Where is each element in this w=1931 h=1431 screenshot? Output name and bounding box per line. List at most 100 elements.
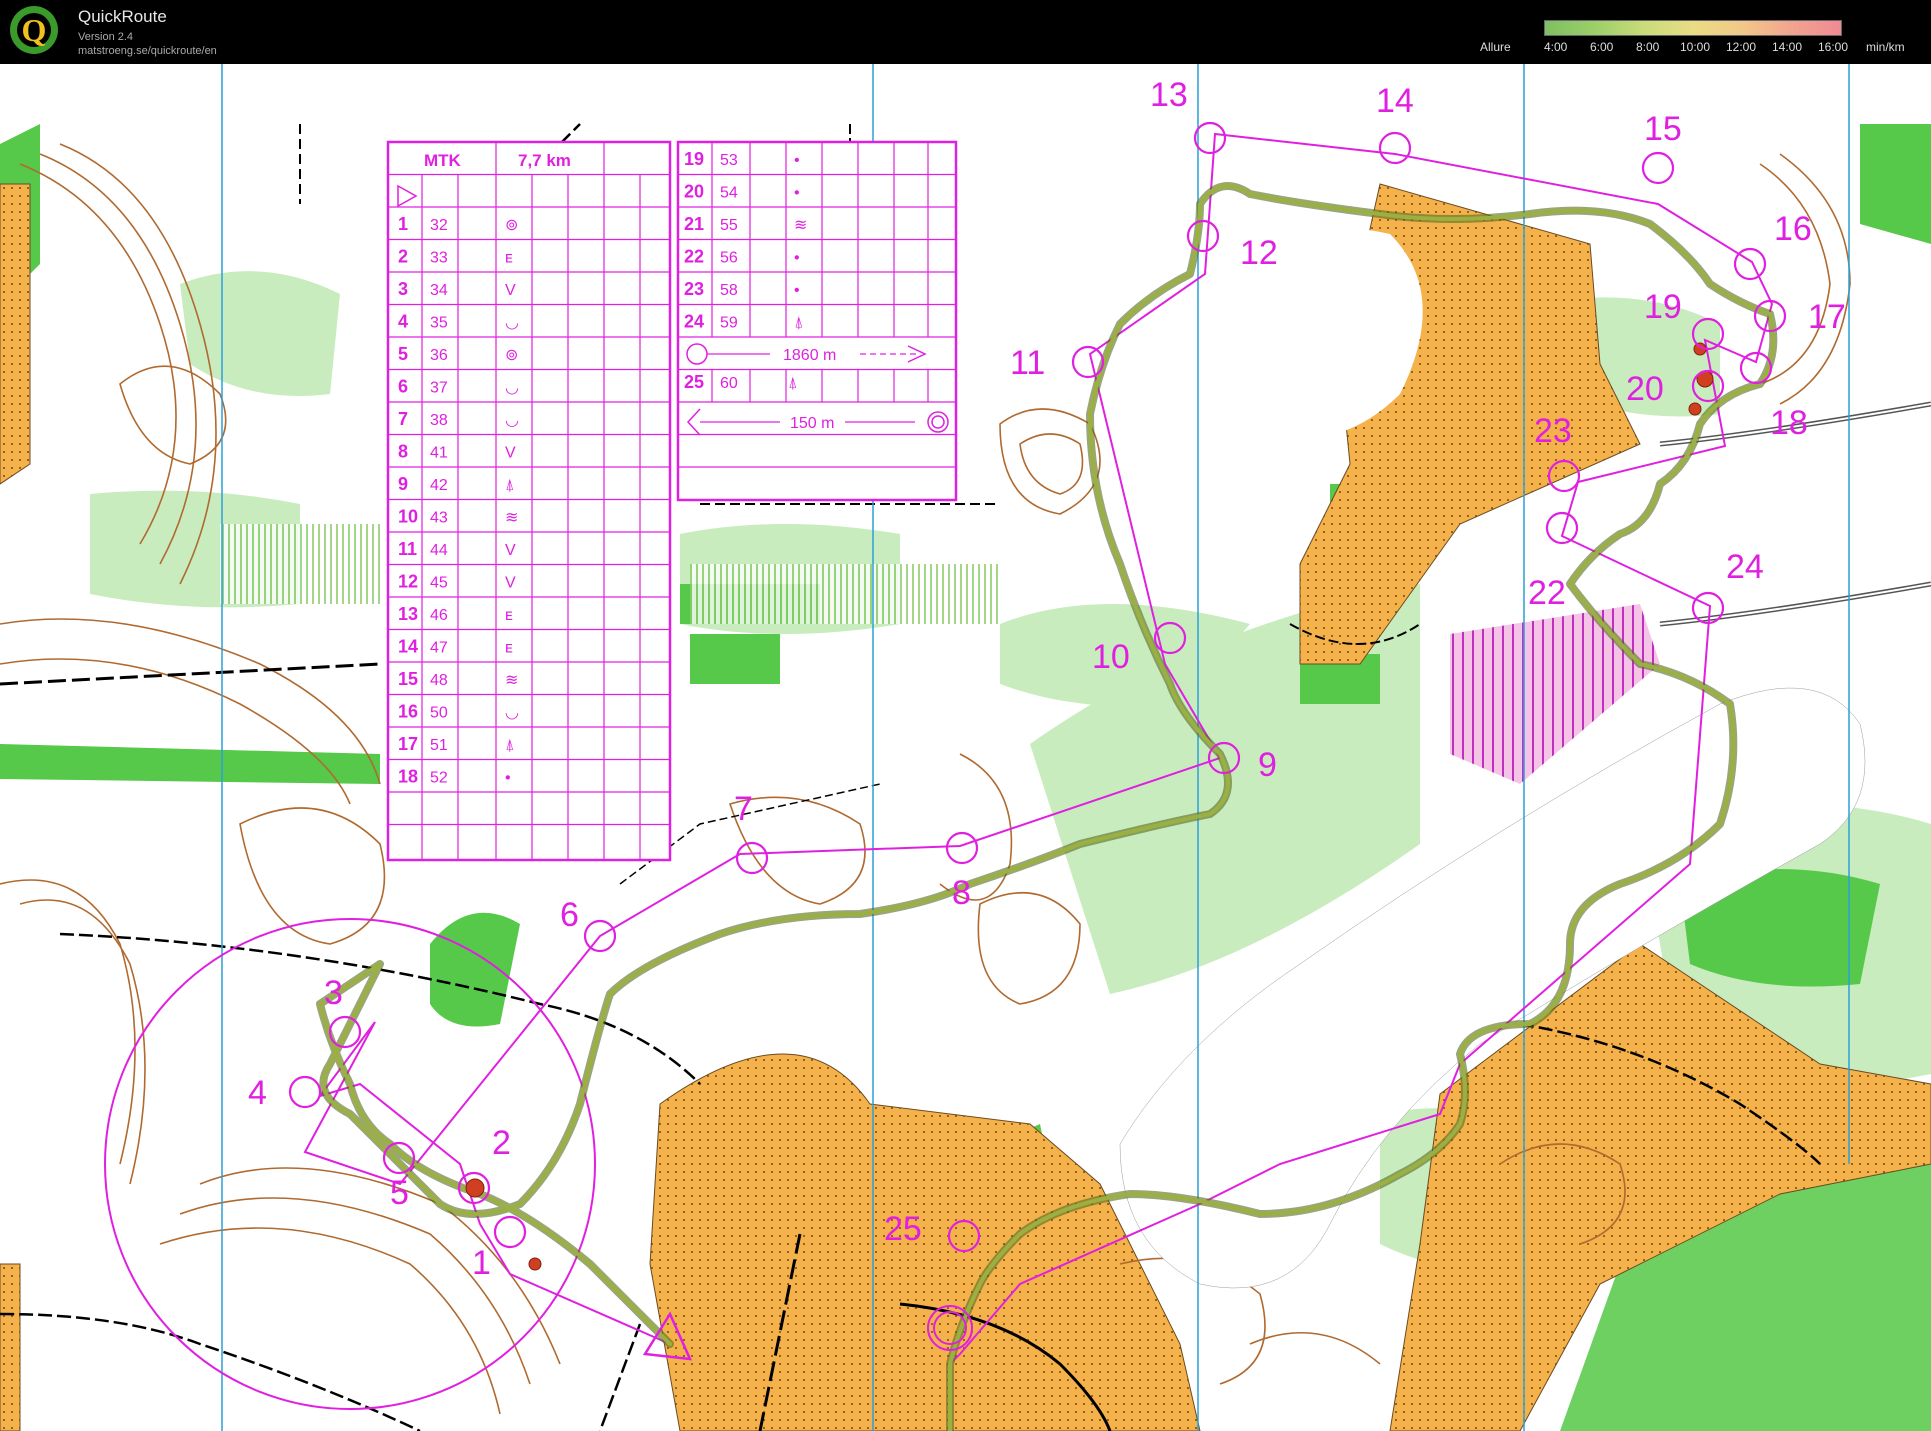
card-row-num: 24: [684, 312, 704, 332]
legend-unit: min/km: [1866, 40, 1905, 54]
control-label-12: 12: [1240, 234, 1278, 272]
control-label-18: 18: [1770, 404, 1808, 442]
card-row-num: 23: [684, 279, 704, 299]
card-row-code: 47: [430, 640, 448, 657]
card-distance: 7,7 km: [518, 151, 571, 170]
card-row-num: 21: [684, 214, 704, 234]
card-row-code: 54: [720, 185, 738, 202]
card-row-code: 51: [430, 737, 448, 754]
card-row-num: 22: [684, 247, 704, 267]
legend-label: Allure: [1480, 40, 1511, 54]
card-row-num: 12: [398, 572, 418, 592]
card-row-symbol: ◡: [505, 315, 519, 332]
card-row-symbol: •: [794, 185, 800, 202]
card-row-symbol: V: [505, 282, 516, 299]
pace-legend: Allure 4:00 6:00 8:00 10:00 12:00 14:00 …: [1480, 18, 1920, 58]
card-row-symbol: ≋: [505, 672, 518, 689]
card-row-num: 16: [398, 702, 418, 722]
card-row-num: 9: [398, 474, 408, 494]
card-row-code: 45: [430, 575, 448, 592]
legend-tick: 8:00: [1636, 40, 1660, 54]
legend-tick: 16:00: [1818, 40, 1849, 54]
pace-color-scale: [1544, 20, 1842, 36]
card-row-symbol: •: [794, 152, 800, 169]
card-row-symbol: ◡: [505, 705, 519, 722]
card-row-code: 33: [430, 250, 448, 267]
card-row-code: 53: [720, 152, 738, 169]
card-row-num: 8: [398, 442, 408, 462]
marked-route-distance: 1860 m: [783, 347, 836, 364]
control-label-6: 6: [560, 896, 579, 934]
card-row-code: 60: [720, 375, 738, 392]
svg-text:Q: Q: [22, 12, 47, 48]
quickroute-logo-icon: Q: [10, 6, 58, 54]
card-row-code: 36: [430, 347, 448, 364]
card-row-num: 7: [398, 409, 408, 429]
card-row-num: 13: [398, 604, 418, 624]
card-row-symbol: ≋: [505, 510, 518, 527]
title-bar: Q QuickRoute Version 2.4 matstroeng.se/q…: [0, 0, 1931, 64]
control-label-24: 24: [1726, 548, 1764, 586]
card-row-num: 20: [684, 182, 704, 202]
card-row-code: 34: [430, 282, 448, 299]
card-row-code: 46: [430, 607, 448, 624]
card-row-code: 52: [430, 770, 448, 787]
card-row-symbol: ⍋: [788, 375, 798, 392]
control-label-4: 4: [248, 1074, 267, 1112]
card-row-symbol: ⍋: [505, 737, 515, 754]
card-row-code: 38: [430, 412, 448, 429]
card-class: MTK: [424, 151, 462, 170]
card-row-code: 41: [430, 445, 448, 462]
orienteering-map[interactable]: 1 2 3 4 5 6 7 8 9 10 11 12 13 14 15 16 1…: [0, 64, 1931, 1431]
card-row-code: 59: [720, 315, 738, 332]
card-row-symbol: V: [505, 445, 516, 462]
card-row-num: 19: [684, 149, 704, 169]
card-row-num: 25: [684, 372, 704, 392]
control-label-15: 15: [1644, 110, 1682, 148]
card-row-code: 55: [720, 217, 738, 234]
card-row-code: 32: [430, 217, 448, 234]
card-row-num: 14: [398, 637, 418, 657]
app-title: QuickRoute: [78, 7, 167, 26]
control-label-10: 10: [1092, 638, 1130, 676]
card-row-num: 18: [398, 767, 418, 787]
control-label-7: 7: [734, 790, 753, 828]
legend-tick: 12:00: [1726, 40, 1757, 54]
card-row-num: 6: [398, 377, 408, 397]
rough-open-area: [220, 524, 380, 604]
card-row-symbol: ◡: [505, 412, 519, 429]
control-label-8: 8: [952, 874, 971, 912]
card-row-symbol: ᴇ: [505, 250, 513, 267]
control-label-9: 9: [1258, 746, 1277, 784]
card-row-symbol: •: [794, 282, 800, 299]
control-label-22: 22: [1528, 574, 1566, 612]
card-row-symbol: V: [505, 575, 516, 592]
control-label-14: 14: [1376, 82, 1414, 120]
card-row-num: 17: [398, 734, 418, 754]
card-row-num: 3: [398, 279, 408, 299]
card-row-code: 42: [430, 477, 448, 494]
card-row-symbol: ⊚: [505, 347, 518, 364]
card-row-num: 5: [398, 344, 408, 364]
legend-tick: 4:00: [1544, 40, 1568, 54]
control-label-1: 1: [472, 1244, 491, 1282]
legend-tick: 6:00: [1590, 40, 1614, 54]
card-row-code: 48: [430, 672, 448, 689]
card-row-num: 10: [398, 507, 418, 527]
card-row-symbol: ᴇ: [505, 607, 513, 624]
control-label-3: 3: [324, 974, 343, 1012]
rough-open-area: [690, 564, 1000, 624]
app-url[interactable]: matstroeng.se/quickroute/en: [78, 45, 217, 57]
card-row-symbol: ≋: [794, 217, 807, 234]
card-row-symbol: •: [794, 250, 800, 267]
control-label-5: 5: [390, 1174, 409, 1212]
card-row-num: 2: [398, 247, 408, 267]
card-row-code: 35: [430, 315, 448, 332]
legend-tick: 14:00: [1772, 40, 1803, 54]
legend-tick: 10:00: [1680, 40, 1711, 54]
card-row-num: 1: [398, 214, 408, 234]
card-row-code: 50: [430, 705, 448, 722]
card-row-symbol: ◡: [505, 380, 519, 397]
control-label-17: 17: [1808, 298, 1846, 336]
card-row-symbol: ⍋: [505, 477, 515, 494]
